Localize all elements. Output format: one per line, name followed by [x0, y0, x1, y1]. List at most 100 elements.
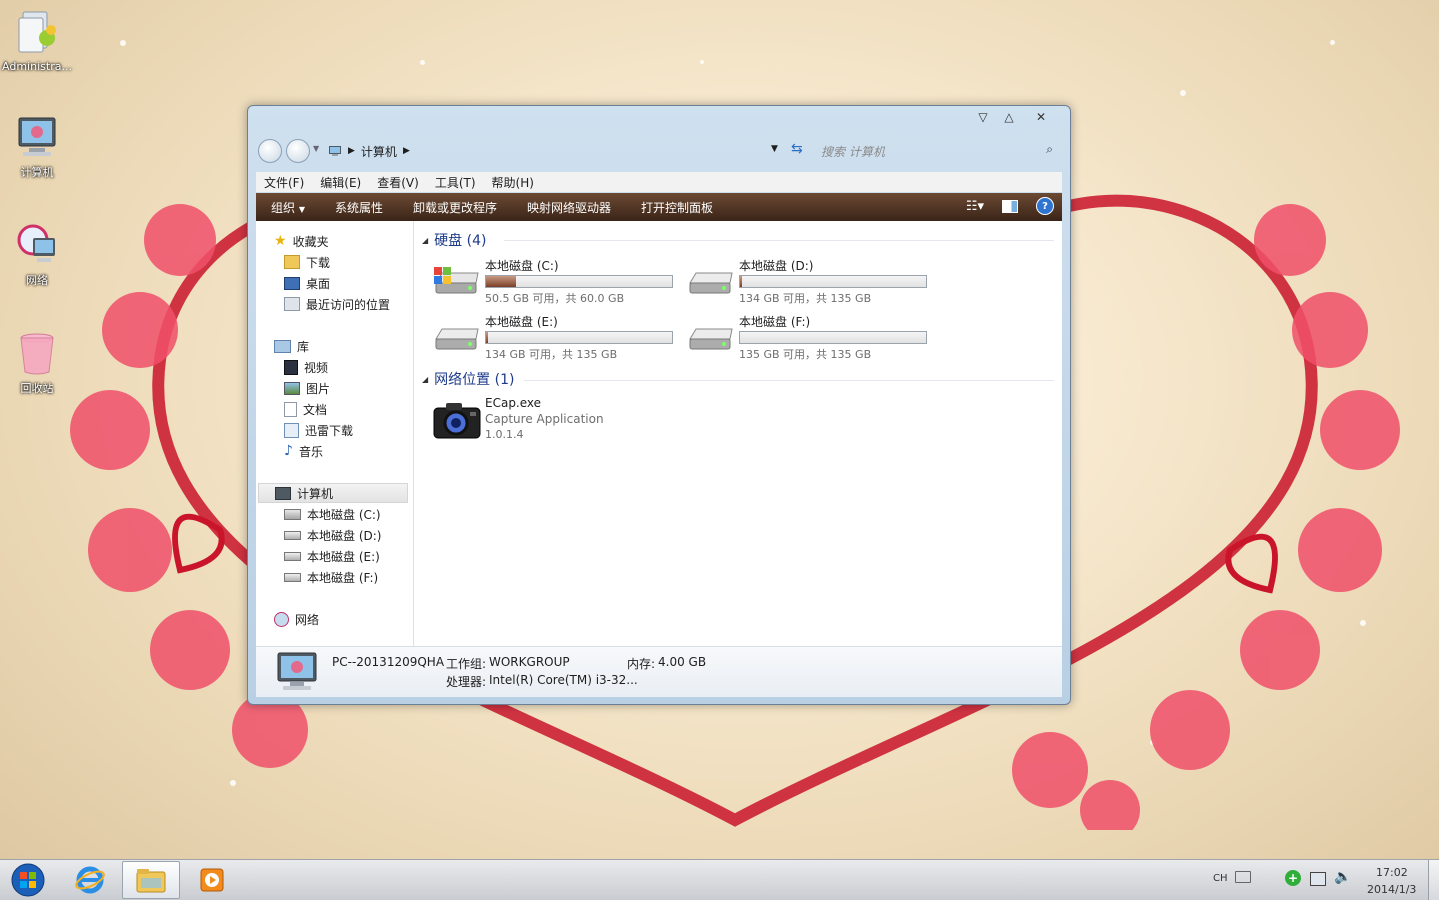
- nav-drive-c[interactable]: 本地磁盘 (C:): [284, 504, 381, 524]
- start-button[interactable]: [6, 861, 50, 899]
- uninstall-program-button[interactable]: 卸载或更改程序: [398, 199, 512, 216]
- taskbar-media-player-button[interactable]: [190, 861, 234, 899]
- system-properties-button[interactable]: 系统属性: [320, 199, 398, 216]
- group-divider: [524, 380, 1054, 381]
- desktop-icon-recycle-bin[interactable]: 回收站: [0, 330, 74, 396]
- details-pane: PC--20131209QHA 工作组: WORKGROUP 内存: 4.00 …: [256, 646, 1062, 697]
- nav-drive-e[interactable]: 本地磁盘 (E:): [284, 546, 380, 566]
- security-tray-icon[interactable]: +: [1285, 870, 1301, 886]
- map-network-drive-button[interactable]: 映射网络驱动器: [512, 199, 626, 216]
- breadcrumb-arrow-icon[interactable]: ▶: [348, 146, 355, 156]
- network-item-ecap[interactable]: ECap.exe Capture Application 1.0.1.4: [432, 396, 682, 452]
- breadcrumb-computer[interactable]: 计算机: [361, 143, 397, 160]
- hard-drive-icon: [689, 272, 733, 294]
- drive-capacity: 50.5 GB 可用，共 60.0 GB: [485, 292, 625, 305]
- taskbar-ie-button[interactable]: [64, 861, 116, 899]
- taskbar-explorer-button[interactable]: [122, 861, 180, 899]
- app-version: 1.0.1.4: [485, 428, 524, 441]
- drive-usage-fill: [486, 276, 516, 287]
- workgroup-label: 工作组:: [446, 657, 487, 671]
- desktop-icon-label: Administra...: [2, 60, 72, 73]
- nav-documents[interactable]: 文档: [284, 399, 327, 419]
- forward-button[interactable]: [286, 139, 310, 163]
- desktop-icon-user-folder[interactable]: Administra...: [0, 8, 74, 73]
- nav-libraries[interactable]: 库: [274, 336, 309, 356]
- hard-drive-icon: [284, 530, 301, 540]
- nav-recent-places[interactable]: 最近访问的位置: [284, 294, 390, 314]
- breadcrumb-arrow-icon[interactable]: ▶: [403, 146, 410, 156]
- keyboard-icon[interactable]: [1235, 871, 1251, 883]
- menu-edit[interactable]: 编辑(E): [312, 174, 369, 191]
- minimize-button[interactable]: ▽: [970, 108, 996, 126]
- hard-drive-icon: [284, 551, 301, 561]
- maximize-button[interactable]: △: [996, 108, 1022, 126]
- collapse-triangle-icon[interactable]: ◢: [422, 375, 428, 384]
- nav-computer[interactable]: 计算机: [258, 483, 408, 503]
- open-control-panel-button[interactable]: 打开控制面板: [626, 199, 728, 216]
- clock-time[interactable]: 17:02: [1376, 866, 1408, 879]
- menu-file[interactable]: 文件(F): [256, 174, 312, 191]
- menu-help[interactable]: 帮助(H): [484, 174, 542, 191]
- show-desktop-button[interactable]: [1428, 860, 1439, 900]
- address-dropdown-icon[interactable]: ▼: [771, 144, 778, 154]
- memory-label: 内存:: [627, 657, 656, 671]
- recent-places-icon: [284, 297, 300, 311]
- nav-music[interactable]: ♪ 音乐: [284, 441, 323, 461]
- caption-buttons: ▽ △ ✕: [970, 108, 1060, 126]
- desktop-icon-network[interactable]: 网络: [0, 222, 74, 288]
- nav-network[interactable]: 网络: [274, 609, 319, 629]
- refresh-icon[interactable]: ⇆: [791, 141, 803, 157]
- drive-tile-e[interactable]: 本地磁盘 (E:) 134 GB 可用，共 135 GB: [432, 313, 682, 363]
- drive-name: 本地磁盘 (D:): [739, 259, 814, 273]
- drive-usage-bar: [739, 275, 927, 288]
- collapse-triangle-icon[interactable]: ◢: [422, 236, 428, 245]
- view-options-icon[interactable]: ☷▾: [966, 199, 984, 214]
- nav-videos[interactable]: 视频: [284, 357, 328, 377]
- address-bar[interactable]: ▶ 计算机 ▶: [328, 140, 788, 162]
- menu-tools[interactable]: 工具(T): [427, 174, 484, 191]
- drive-capacity: 134 GB 可用，共 135 GB: [485, 348, 618, 361]
- cpu-value: Intel(R) Core(TM) i3-32...: [489, 673, 638, 687]
- nav-drive-f[interactable]: 本地磁盘 (F:): [284, 567, 378, 587]
- nav-favorites[interactable]: ★ 收藏夹: [274, 231, 329, 251]
- drive-usage-fill: [740, 276, 742, 287]
- computer-small-icon: [275, 486, 291, 500]
- group-header-network[interactable]: ◢ 网络位置 (1): [422, 369, 514, 389]
- search-icon[interactable]: ⌕: [1046, 142, 1053, 157]
- app-description: Capture Application: [485, 412, 604, 426]
- explorer-body: ★ 收藏夹 下载 桌面 最近访问的位置 库 视频 图片 文档 迅雷下载 ♪ 音乐…: [256, 221, 1062, 646]
- hard-drive-icon: [689, 328, 733, 350]
- system-drive-icon: [284, 508, 301, 520]
- taskbar: CH + 🔈 17:02 2014/1/3: [0, 859, 1439, 900]
- desktop-icon-computer[interactable]: 计算机: [0, 114, 74, 180]
- volume-icon[interactable]: 🔈: [1334, 869, 1351, 885]
- help-icon[interactable]: ?: [1036, 197, 1054, 215]
- search-input[interactable]: 搜索 计算机 ⌕: [821, 140, 1057, 162]
- drive-tile-c[interactable]: 本地磁盘 (C:) 50.5 GB 可用，共 60.0 GB: [432, 257, 682, 307]
- preview-pane-icon[interactable]: [1002, 199, 1018, 213]
- nav-drive-d[interactable]: 本地磁盘 (D:): [284, 525, 381, 545]
- desktop-icon-label: 网络: [26, 274, 48, 287]
- thunder-downloads-icon: [284, 422, 299, 438]
- nav-desktop[interactable]: 桌面: [284, 273, 330, 293]
- menu-view[interactable]: 查看(V): [369, 174, 427, 191]
- hard-drive-icon: [284, 572, 301, 582]
- drive-usage-bar: [485, 275, 673, 288]
- history-chevron-icon[interactable]: ▼: [313, 144, 319, 153]
- drive-name: 本地磁盘 (F:): [739, 315, 811, 329]
- camera-icon: [433, 403, 481, 439]
- network-tray-icon[interactable]: [1310, 872, 1326, 886]
- recycle-bin-icon: [20, 333, 54, 375]
- nav-downloads[interactable]: 下载: [284, 252, 330, 272]
- input-language-indicator[interactable]: CH: [1213, 873, 1228, 884]
- nav-thunder-downloads[interactable]: 迅雷下载: [284, 420, 353, 440]
- close-button[interactable]: ✕: [1022, 108, 1060, 126]
- group-header-drives[interactable]: ◢ 硬盘 (4): [422, 230, 486, 250]
- drive-tile-d[interactable]: 本地磁盘 (D:) 134 GB 可用，共 135 GB: [686, 257, 936, 307]
- organize-button[interactable]: 组织 ▼: [256, 199, 320, 216]
- drive-tile-f[interactable]: 本地磁盘 (F:) 135 GB 可用，共 135 GB: [686, 313, 936, 363]
- nav-pictures[interactable]: 图片: [284, 378, 330, 398]
- back-button[interactable]: [258, 139, 282, 163]
- clock-date[interactable]: 2014/1/3: [1367, 883, 1416, 896]
- video-icon: [284, 359, 298, 375]
